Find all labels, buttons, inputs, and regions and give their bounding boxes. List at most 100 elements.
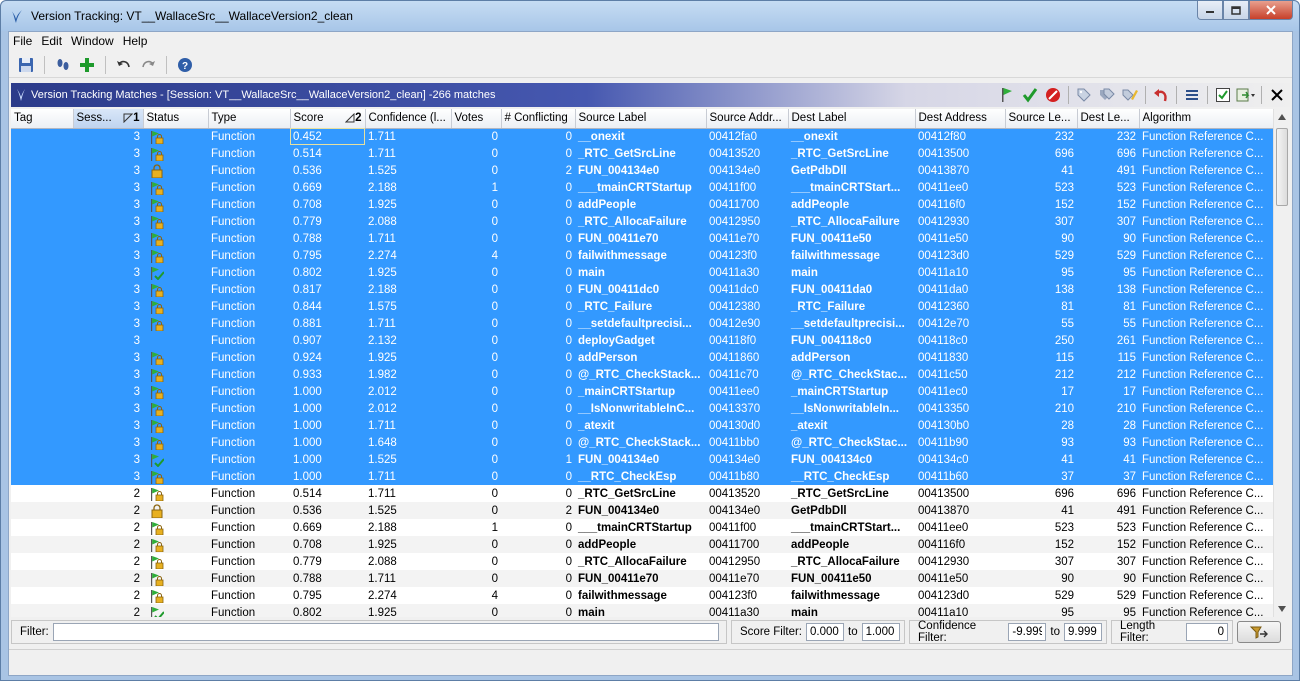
length-filter-label: Length Filter:	[1120, 620, 1156, 644]
table-row[interactable]: 2 Function 0.536 1.525 0 2 FUN_004134e0 004134e…	[11, 502, 1273, 519]
table-row[interactable]: 3 Function 0.933 1.982 0 0 @_RTC_CheckStack...…	[11, 366, 1273, 383]
maximize-button[interactable]	[1223, 1, 1249, 20]
tag-cell	[11, 349, 73, 366]
dest-label-cell: _atexit	[788, 417, 915, 434]
title-bar[interactable]: Version Tracking: VT__WallaceSrc__Wallac…	[1, 1, 1299, 31]
save-button[interactable]	[15, 54, 37, 76]
table-row[interactable]: 3 Function 0.844 1.575 0 0 _RTC_Failure 0041238…	[11, 298, 1273, 315]
scroll-up-button[interactable]	[1274, 109, 1290, 125]
ancillary-filter-button[interactable]	[1237, 621, 1281, 643]
type-cell: Function	[208, 349, 290, 366]
table-row[interactable]: 3 Function 0.907 2.132 0 0 deployGadget 004118f…	[11, 332, 1273, 349]
column-header-source-length[interactable]: Source Le...	[1005, 109, 1078, 129]
column-header-confidence[interactable]: Confidence (l...	[365, 109, 452, 129]
table-row[interactable]: 2 Function 0.795 2.274 4 0 failwithmessage 0041…	[11, 587, 1273, 604]
table-row[interactable]: 3 Function 0.817 2.188 0 0 FUN_00411dc0 00411dc…	[11, 281, 1273, 298]
table-row[interactable]: 2 Function 0.514 1.711 0 0 _RTC_GetSrcLine 0041…	[11, 485, 1273, 502]
table-row[interactable]: 3 Function 0.795 2.274 4 0 failwithmessage 0041…	[11, 247, 1273, 264]
help-button[interactable]: ?	[174, 54, 196, 76]
edit-tag-button[interactable]	[1119, 84, 1141, 106]
column-header-dest-length[interactable]: Dest Le...	[1077, 109, 1140, 129]
footsteps-button[interactable]	[52, 54, 74, 76]
type-cell: Function	[208, 570, 290, 587]
tag-cell	[11, 366, 73, 383]
dest-address-cell: 00413870	[915, 162, 1005, 179]
length-filter-input[interactable]	[1186, 623, 1228, 641]
table-row[interactable]: 3 Function 0.452 1.711 0 0 __onexit 00412fa0 __o…	[11, 128, 1273, 145]
column-header-source-address[interactable]: Source Addr...	[706, 109, 789, 129]
minimize-button[interactable]	[1197, 1, 1223, 20]
source-length-cell: 41	[1005, 162, 1077, 179]
score-max-input[interactable]	[861, 623, 900, 641]
close-panel-button[interactable]	[1266, 84, 1288, 106]
table-row[interactable]: 3 Function 1.000 1.711 0 0 __RTC_CheckEsp 00411…	[11, 468, 1273, 485]
table-row[interactable]: 2 Function 0.802 1.925 0 0 main 00411a30 main 004…	[11, 604, 1273, 617]
table-row[interactable]: 3 Function 0.881 1.711 0 0 __setdefaultprecisi…	[11, 315, 1273, 332]
score-min-input[interactable]	[806, 623, 844, 641]
table-row[interactable]: 3 Function 0.788 1.711 0 0 FUN_00411e70 00411e7…	[11, 230, 1273, 247]
column-header-algorithm[interactable]: Algorithm	[1139, 109, 1274, 129]
table-row[interactable]: 3 Function 1.000 1.648 0 0 @_RTC_CheckStack...…	[11, 434, 1273, 451]
undo-match-button[interactable]	[1150, 84, 1172, 106]
lock-icon	[151, 503, 163, 518]
tags-button[interactable]	[1096, 84, 1118, 106]
conflicting-cell: 0	[501, 536, 575, 553]
score-cell: 0.788	[290, 570, 365, 587]
select-button[interactable]	[1212, 84, 1234, 106]
table-row[interactable]: 3 Function 0.924 1.925 0 0 addPerson 00411860 ad…	[11, 349, 1273, 366]
accept-flag-button[interactable]	[996, 84, 1018, 106]
table-row[interactable]: 3 Function 0.514 1.711 0 0 _RTC_GetSrcLine 0041…	[11, 145, 1273, 162]
menu-window[interactable]: Window	[67, 32, 119, 51]
dest-length-cell: 152	[1077, 196, 1139, 213]
confidence-cell: 1.711	[365, 230, 451, 247]
scroll-thumb[interactable]	[1276, 128, 1288, 206]
redo-button[interactable]	[137, 54, 159, 76]
accept-button[interactable]	[1019, 84, 1041, 106]
table-row[interactable]: 3 Function 0.708 1.925 0 0 addPeople 00411700 ad…	[11, 196, 1273, 213]
reject-button[interactable]	[1042, 84, 1064, 106]
menu-edit[interactable]: Edit	[37, 32, 67, 51]
column-header-conflicting[interactable]: # Conflicting	[501, 109, 576, 129]
column-header-tag[interactable]: Tag	[11, 109, 74, 129]
table-row[interactable]: 3 Function 0.536 1.525 0 2 FUN_004134e0 004134e…	[11, 162, 1273, 179]
tag-button[interactable]	[1073, 84, 1095, 106]
table-row[interactable]: 3 Function 0.779 2.088 0 0 _RTC_AllocaFailure 0…	[11, 213, 1273, 230]
table-options-button[interactable]	[1181, 84, 1203, 106]
column-header-type[interactable]: Type	[208, 109, 291, 129]
table-row[interactable]: 3 Function 1.000 2.012 0 0 _mainCRTStartup 0041…	[11, 383, 1273, 400]
column-header-source-label[interactable]: Source Label	[575, 109, 707, 129]
table-row[interactable]: 2 Function 0.779 2.088 0 0 _RTC_AllocaFailure 0…	[11, 553, 1273, 570]
source-label-cell: deployGadget	[575, 332, 706, 349]
scroll-down-button[interactable]	[1274, 601, 1290, 617]
confidence-cell: 2.088	[365, 553, 451, 570]
add-button[interactable]	[76, 54, 98, 76]
confidence-min-input[interactable]	[1008, 623, 1047, 641]
column-header-dest-label[interactable]: Dest Label	[788, 109, 916, 129]
table-row[interactable]: 3 Function 1.000 2.012 0 0 __IsNonwritableInC.…	[11, 400, 1273, 417]
menu-file[interactable]: File	[9, 32, 37, 51]
table-row[interactable]: 2 Function 0.669 2.188 1 0 ___tmainCRTStartup 0…	[11, 519, 1273, 536]
column-header-status[interactable]: Status	[143, 109, 209, 129]
dest-label-cell: GetPdbDll	[788, 502, 915, 519]
table-row[interactable]: 3 Function 1.000 1.711 0 0 _atexit 004130d0 _ate…	[11, 417, 1273, 434]
table-row[interactable]: 2 Function 0.788 1.711 0 0 FUN_00411e70 00411e7…	[11, 570, 1273, 587]
table-row[interactable]: 3 Function 1.000 1.525 0 1 FUN_004134e0 004134e…	[11, 451, 1273, 468]
type-cell: Function	[208, 281, 290, 298]
column-header-dest-address[interactable]: Dest Address	[915, 109, 1006, 129]
close-window-button[interactable]	[1249, 1, 1293, 20]
source-address-cell: 00411700	[706, 196, 788, 213]
export-button[interactable]	[1235, 84, 1257, 106]
confidence-max-input[interactable]	[1064, 623, 1102, 641]
menu-help[interactable]: Help	[119, 32, 153, 51]
type-cell: Function	[208, 298, 290, 315]
status-cell	[143, 604, 208, 617]
column-header-session[interactable]: Sess... 1	[73, 109, 144, 129]
undo-button[interactable]	[113, 54, 135, 76]
filter-input[interactable]	[52, 623, 719, 641]
table-row[interactable]: 3 Function 0.669 2.188 1 0 ___tmainCRTStartup 0…	[11, 179, 1273, 196]
table-row[interactable]: 3 Function 0.802 1.925 0 0 main 00411a30 main 004…	[11, 264, 1273, 281]
column-header-score[interactable]: Score 2	[290, 109, 366, 129]
table-row[interactable]: 2 Function 0.708 1.925 0 0 addPeople 00411700 ad…	[11, 536, 1273, 553]
column-header-votes[interactable]: Votes	[451, 109, 502, 129]
vertical-scrollbar[interactable]	[1273, 109, 1290, 617]
